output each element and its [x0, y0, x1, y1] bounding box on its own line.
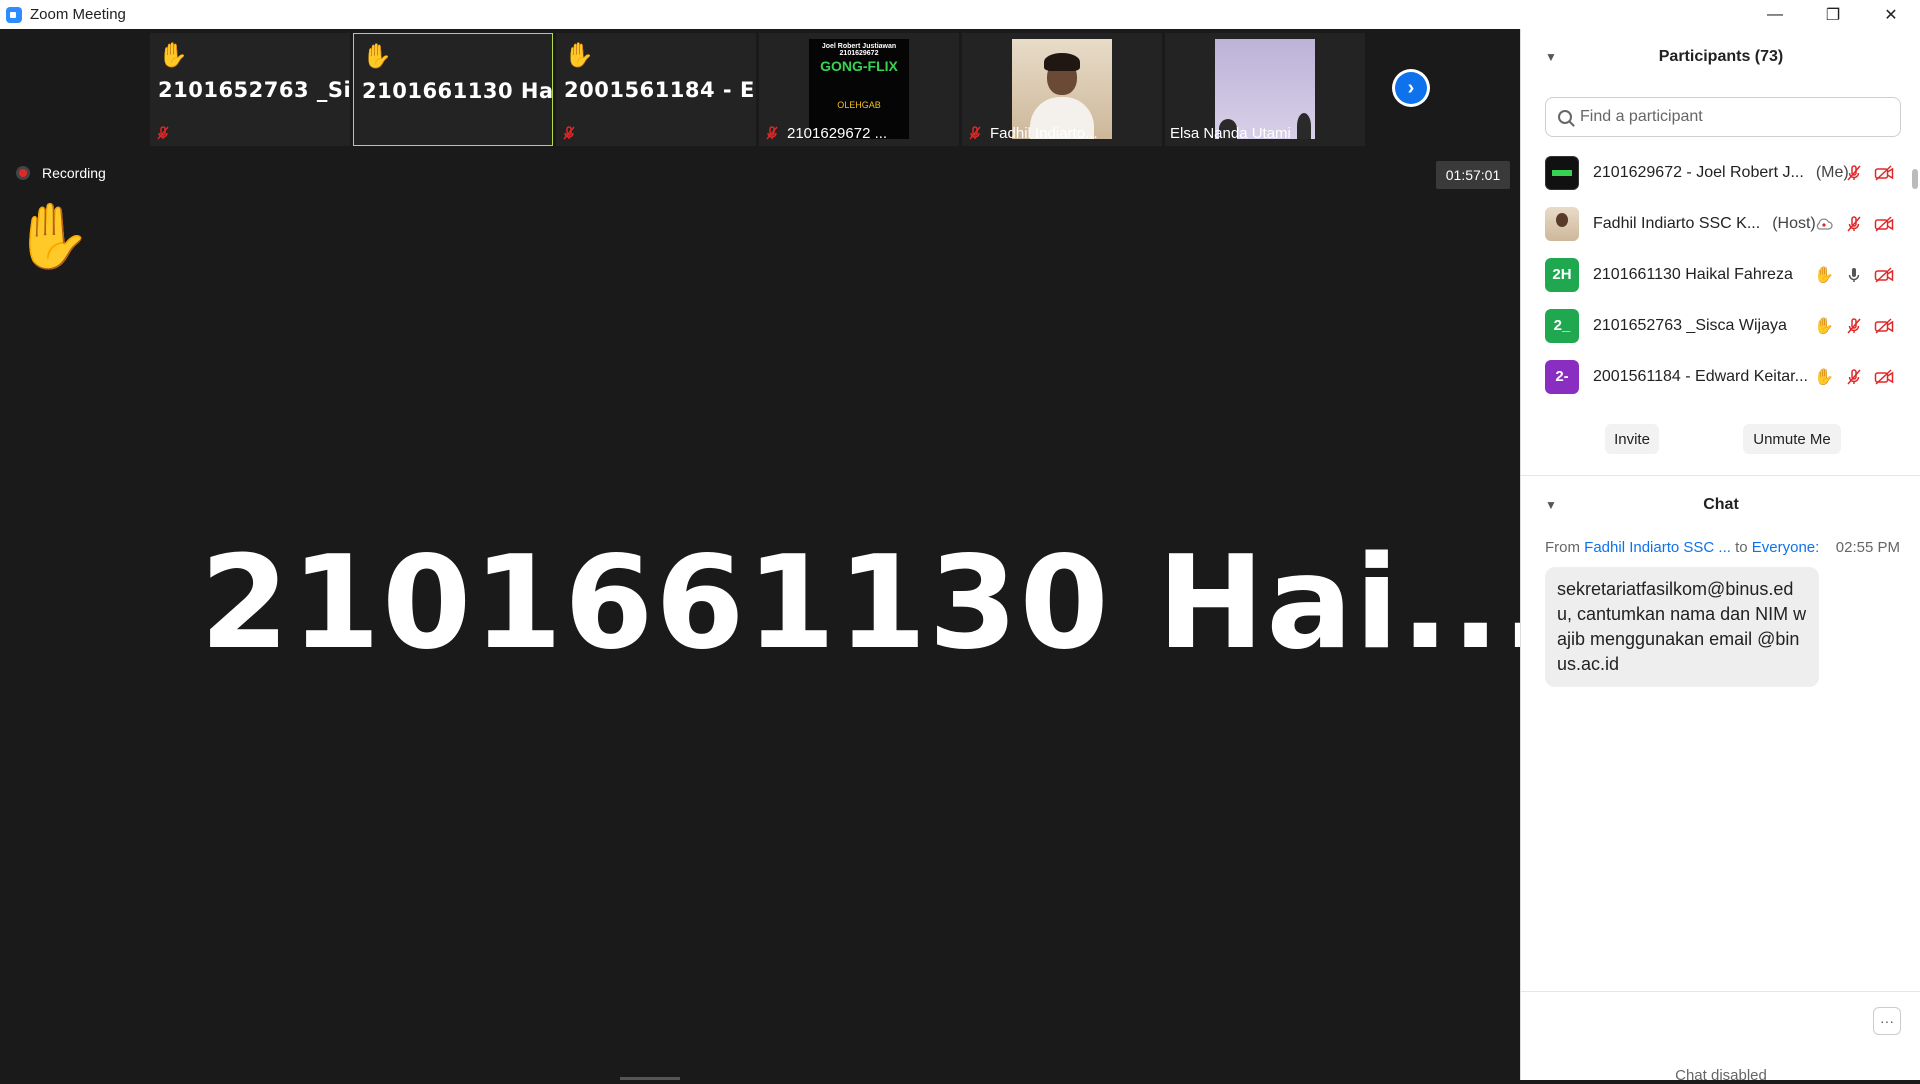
tile-label: Fadhil Indiarto...	[990, 125, 1098, 142]
meeting-timer: 01:57:01	[1436, 161, 1510, 189]
cloud-recording-icon	[1813, 213, 1835, 235]
tile-name: 2101652763 _Si...	[158, 78, 350, 102]
mic-muted-icon	[154, 124, 172, 142]
mic-muted-icon	[1843, 213, 1865, 235]
video-tile[interactable]: ✋ 2001561184 - E...	[556, 33, 756, 146]
video-off-icon	[1873, 366, 1895, 388]
video-thumbnail-strip: ✋ 2101652763 _Si... ✋ 2101661130 Hai... …	[150, 33, 1365, 146]
profile-photo	[1215, 39, 1315, 139]
side-panel: ▼ Participants (73) 2101629672 - Joel Ro…	[1520, 29, 1920, 1084]
participant-row[interactable]: 2101629672 - Joel Robert J... (Me)	[1521, 147, 1913, 198]
recipient-name[interactable]: Everyone:	[1752, 539, 1820, 556]
mic-muted-icon	[560, 124, 578, 142]
window-title: Zoom Meeting	[30, 6, 126, 23]
sender-name[interactable]: Fadhil Indiarto SSC ...	[1584, 539, 1731, 556]
participant-row[interactable]: Fadhil Indiarto SSC K... (Host)	[1521, 198, 1913, 249]
chat-timestamp: 02:55 PM	[1835, 539, 1900, 556]
zoom-app-icon	[6, 6, 22, 23]
meeting-area: ✋ 2101652763 _Si... ✋ 2101661130 Hai... …	[0, 29, 1550, 1080]
video-off-icon	[1873, 315, 1895, 337]
to-label: to	[1735, 539, 1748, 556]
participant-scrollbar[interactable]	[1912, 169, 1918, 189]
active-speaker-name: 2101661130 Hai...	[200, 529, 1553, 678]
chevron-down-icon[interactable]: ▼	[1545, 498, 1557, 512]
record-icon	[16, 166, 30, 180]
mic-muted-icon	[966, 124, 984, 142]
video-tile[interactable]: ✋ 2101652763 _Si...	[150, 33, 350, 146]
avatar: 2-	[1545, 359, 1579, 394]
mic-muted-icon	[1843, 315, 1865, 337]
raised-hand-icon: ✋	[1814, 368, 1834, 386]
participant-name: 2001561184 - Edward Keitar...	[1593, 367, 1808, 385]
divider	[1521, 991, 1920, 992]
poster-text: Joel Robert Justiawan	[821, 43, 897, 50]
video-off-icon	[1873, 264, 1895, 286]
raised-hand-icon: ✋	[12, 200, 92, 272]
tile-label: Elsa Nanda Utami	[1170, 125, 1291, 142]
video-tile[interactable]: Elsa Nanda Utami	[1165, 33, 1365, 146]
video-tile[interactable]: Joel Robert Justiawan 2101629672 GONG-FL…	[759, 33, 959, 146]
invite-button[interactable]: Invite	[1605, 424, 1659, 454]
poster-text: GONG-FLIX	[820, 58, 898, 74]
more-options-button[interactable]: ···	[1873, 1007, 1901, 1035]
avatar: 2H	[1545, 257, 1579, 292]
next-page-button[interactable]: ›	[1392, 69, 1430, 107]
avatar	[1545, 155, 1579, 190]
participant-row[interactable]: 2_ 2101652763 _Sisca Wijaya ✋	[1521, 300, 1913, 351]
search-icon	[1558, 110, 1572, 124]
mic-on-icon	[1843, 264, 1865, 286]
chat-title: Chat	[1703, 496, 1739, 513]
raised-hand-icon: ✋	[1814, 266, 1834, 284]
recording-indicator[interactable]: Recording	[16, 165, 106, 181]
chat-message-header: From Fadhil Indiarto SSC ... to Everyone…	[1545, 539, 1819, 556]
participant-name: 2101652763 _Sisca Wijaya	[1593, 316, 1787, 334]
mic-muted-icon	[763, 124, 781, 142]
participant-tag: (Host)	[1772, 214, 1816, 232]
divider	[1521, 475, 1920, 476]
tile-label: 2101629672 ...	[787, 125, 888, 142]
mic-muted-icon	[1843, 162, 1865, 184]
tile-name: 2101661130 Hai...	[362, 79, 553, 103]
video-off-icon	[1873, 162, 1895, 184]
restore-button[interactable]: ❐	[1804, 0, 1862, 29]
recording-label: Recording	[42, 165, 106, 181]
chat-disabled-label: Chat disabled	[1675, 1067, 1767, 1084]
participant-row[interactable]: 2- 2001561184 - Edward Keitar... ✋	[1521, 351, 1913, 402]
participant-name: 2101629672 - Joel Robert J...	[1593, 163, 1804, 181]
raised-hand-icon: ✋	[362, 43, 392, 70]
video-off-icon	[1873, 213, 1895, 235]
raised-hand-icon: ✋	[158, 42, 188, 69]
mic-muted-icon	[1843, 366, 1865, 388]
poster-text: 2101629672	[839, 50, 879, 57]
video-tile-active[interactable]: ✋ 2101661130 Hai...	[353, 33, 553, 146]
close-button[interactable]: ✕	[1862, 0, 1920, 29]
chevron-right-icon: ›	[1395, 72, 1427, 104]
chat-header: ▼ Chat	[1521, 477, 1920, 533]
raised-hand-icon: ✋	[1814, 317, 1834, 335]
unmute-me-button[interactable]: Unmute Me	[1743, 424, 1841, 454]
participant-list: 2101629672 - Joel Robert J... (Me) Fadhi…	[1521, 147, 1913, 409]
participant-name: Fadhil Indiarto SSC K...	[1593, 214, 1761, 232]
participants-header: ▼ Participants (73)	[1521, 29, 1920, 85]
participants-title: Participants (73)	[1658, 48, 1784, 65]
search-input[interactable]	[1580, 108, 1880, 126]
participant-search[interactable]	[1545, 97, 1901, 137]
chevron-down-icon[interactable]: ▼	[1545, 50, 1557, 64]
from-label: From	[1545, 539, 1580, 556]
participant-name: 2101661130 Haikal Fahreza	[1593, 265, 1793, 283]
video-tile[interactable]: Fadhil Indiarto...	[962, 33, 1162, 146]
minimize-button[interactable]: —	[1746, 0, 1804, 29]
profile-photo	[1012, 39, 1112, 139]
raised-hand-icon: ✋	[564, 42, 594, 69]
poster-image: Joel Robert Justiawan 2101629672 GONG-FL…	[809, 39, 909, 139]
window-controls: — ❐ ✕	[1746, 0, 1920, 29]
poster-fineprint	[815, 76, 903, 96]
poster-text: OLEHGAB	[837, 100, 881, 110]
avatar: 2_	[1545, 308, 1579, 343]
title-bar: Zoom Meeting — ❐ ✕	[0, 0, 1920, 29]
participant-row[interactable]: 2H 2101661130 Haikal Fahreza ✋	[1521, 249, 1913, 300]
tile-name: 2001561184 - E...	[564, 78, 756, 102]
chat-message-bubble: sekretariatfasilkom@binus.edu, cantumkan…	[1545, 567, 1819, 687]
avatar	[1545, 206, 1579, 241]
